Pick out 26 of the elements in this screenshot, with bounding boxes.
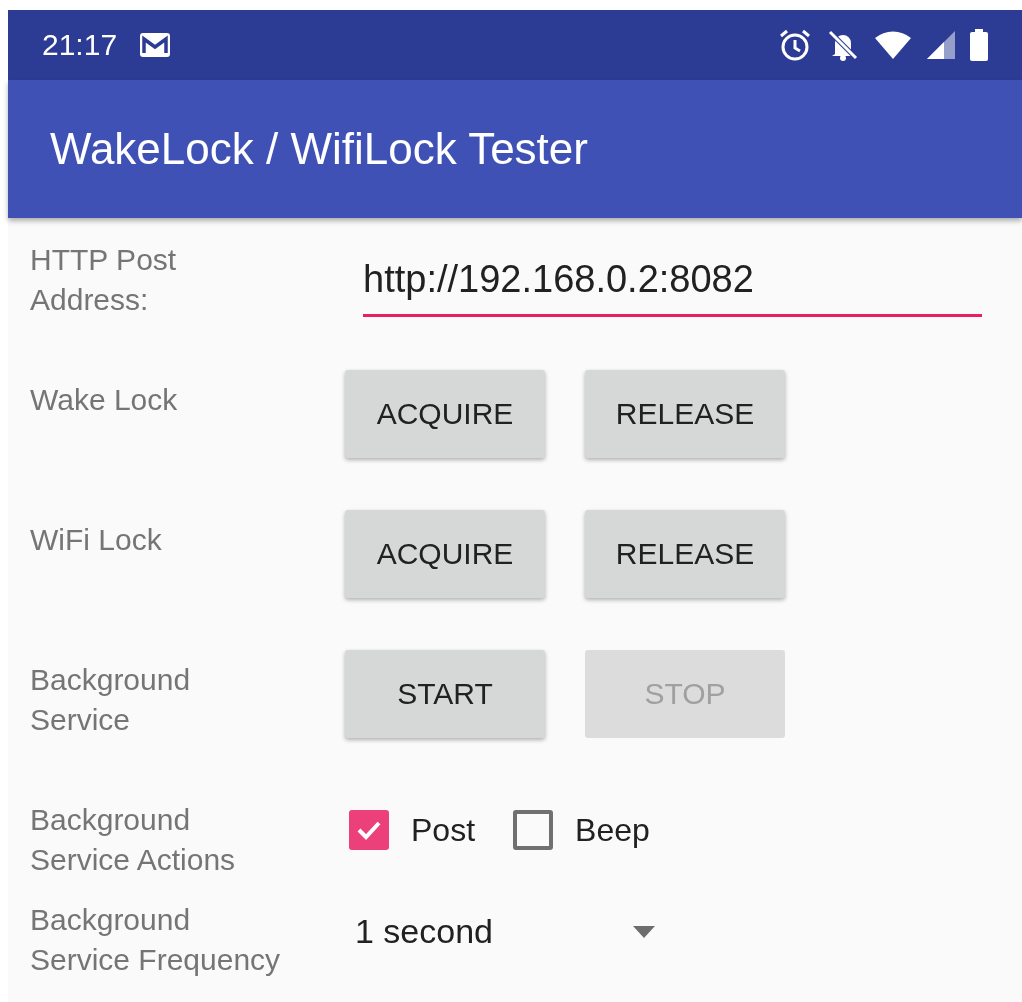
- action-button[interactable]: RELEASE: [585, 370, 785, 458]
- alarm-icon: [778, 28, 812, 62]
- field-label: Wake Lock: [30, 382, 179, 418]
- field-label: Background Service Frequency: [30, 902, 282, 978]
- status-time: 21:17: [42, 28, 118, 62]
- action-button[interactable]: RELEASE: [585, 510, 785, 598]
- field-label: WiFi Lock: [30, 522, 163, 558]
- checkbox-label[interactable]: Post: [411, 811, 476, 849]
- checkbox[interactable]: [513, 810, 554, 850]
- field-label: Background Service Actions: [30, 802, 237, 878]
- field-label: HTTP Post Address:: [30, 242, 178, 318]
- battery-icon: [970, 29, 988, 61]
- action-button[interactable]: ACQUIRE: [345, 370, 545, 458]
- dropdown-arrow-icon: [633, 925, 655, 938]
- signal-icon: [926, 30, 956, 60]
- frequency-dropdown[interactable]: 1 second: [355, 912, 655, 951]
- action-button[interactable]: ACQUIRE: [345, 510, 545, 598]
- field-label: Background Service: [30, 662, 192, 738]
- mail-icon: [139, 32, 172, 58]
- address-field[interactable]: http://192.168.0.2:8082: [363, 244, 982, 317]
- app-title: WakeLock / WifiLock Tester: [50, 124, 588, 174]
- checkbox-label[interactable]: Beep: [575, 811, 650, 849]
- bell-off-icon: [826, 28, 860, 62]
- checkbox[interactable]: [349, 810, 389, 850]
- wifi-icon: [874, 30, 912, 60]
- action-button[interactable]: START: [345, 650, 545, 738]
